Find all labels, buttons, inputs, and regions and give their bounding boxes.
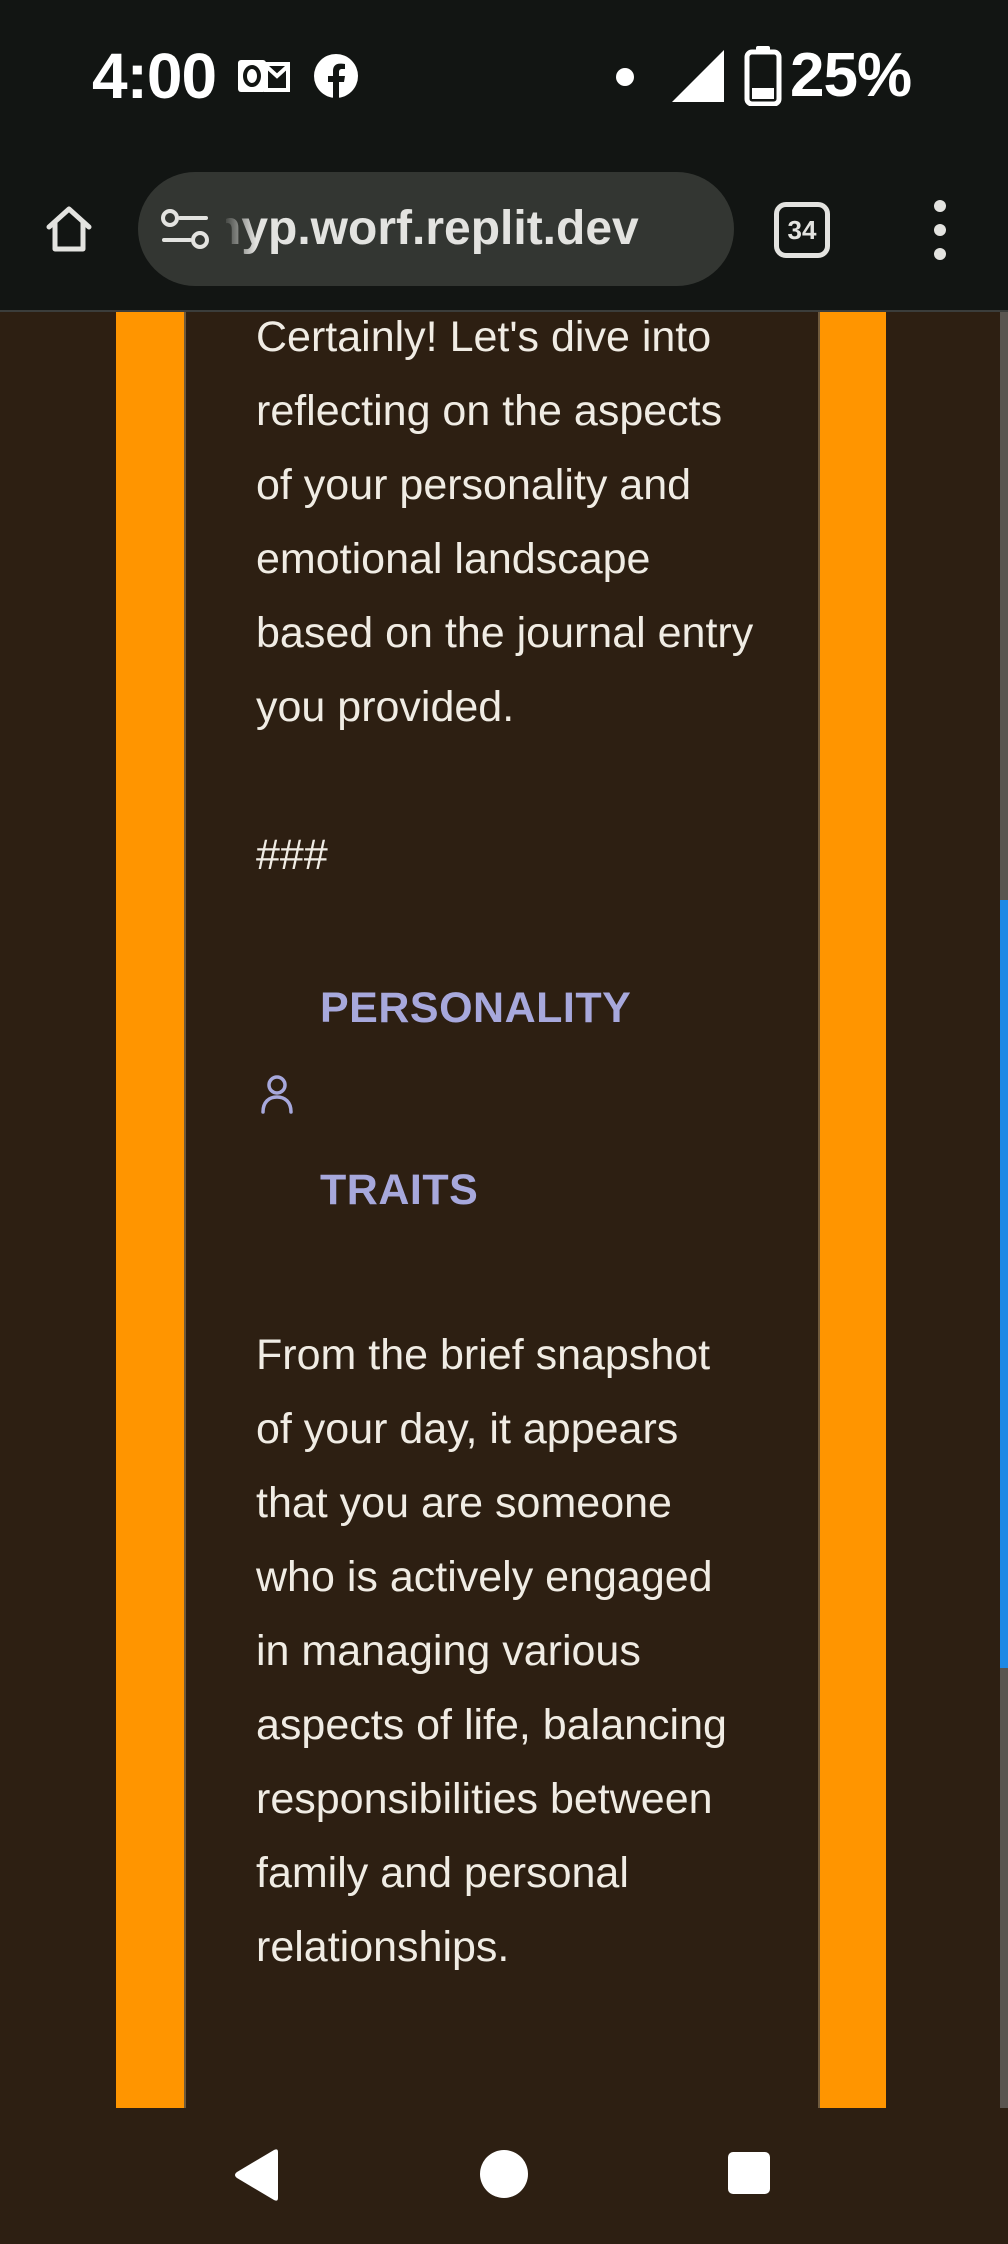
- home-circle-icon[interactable]: [478, 2148, 530, 2200]
- journal-reflection-card: Certainly! Let's dive into reflecting on…: [184, 312, 820, 2108]
- orange-border-right: [818, 312, 886, 2108]
- url-bar[interactable]: hyp.worf.replit.dev: [138, 172, 734, 286]
- cell-signal-icon: [672, 50, 724, 102]
- web-page[interactable]: Certainly! Let's dive into reflecting on…: [0, 312, 1008, 2108]
- facebook-icon: [314, 54, 358, 98]
- person-icon: [261, 1075, 293, 1114]
- back-icon[interactable]: [232, 2148, 280, 2202]
- section-heading: PERSONALITY TRAITS: [256, 978, 756, 1228]
- battery-percent: 25%: [790, 41, 912, 110]
- heading-word-personality: PERSONALITY: [320, 984, 632, 1032]
- markdown-hashes: ###: [256, 831, 328, 879]
- battery-icon: [744, 46, 782, 106]
- intro-paragraph: Certainly! Let's dive into reflecting on…: [256, 313, 754, 731]
- home-button[interactable]: [34, 194, 104, 264]
- site-settings-icon[interactable]: [160, 206, 210, 252]
- orange-border-left: [116, 312, 184, 2108]
- scrollbar-thumb[interactable]: [1000, 900, 1008, 1668]
- personality-paragraph: From the brief snapshot of your day, it …: [256, 1331, 727, 1971]
- system-navigation-bar: [0, 2108, 1008, 2244]
- url-fade: [222, 172, 256, 286]
- browser-toolbar: hyp.worf.replit.dev 34: [0, 150, 1008, 312]
- status-bar: 4:00 25%: [0, 0, 1008, 150]
- url-text[interactable]: hyp.worf.replit.dev: [226, 172, 716, 286]
- dot-icon: [616, 68, 634, 86]
- url-value: hyp.worf.replit.dev: [226, 202, 639, 255]
- outlook-icon: [238, 60, 290, 92]
- home-icon: [46, 206, 92, 252]
- status-time: 4:00: [92, 40, 217, 112]
- card-body: Certainly! Let's dive into reflecting on…: [256, 312, 756, 1984]
- tab-count: 34: [787, 214, 817, 245]
- tab-switcher-button[interactable]: 34: [774, 202, 830, 258]
- recents-icon[interactable]: [726, 2150, 772, 2196]
- more-vert-icon[interactable]: [916, 196, 964, 264]
- heading-word-traits: TRAITS: [320, 1166, 479, 1214]
